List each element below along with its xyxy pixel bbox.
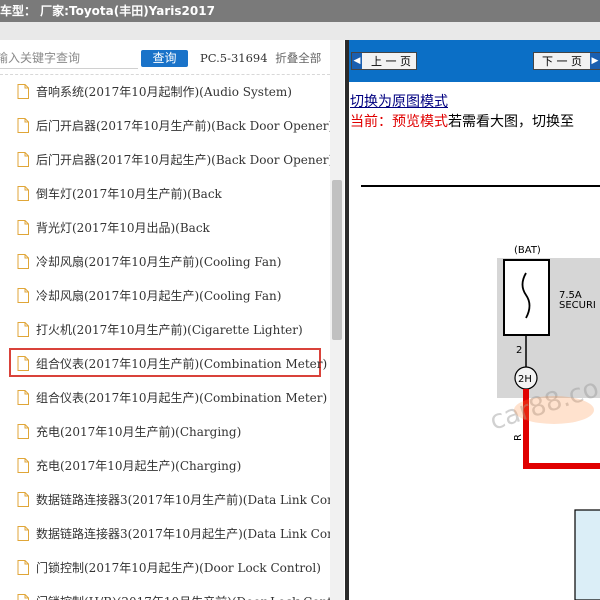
list-item-label: 门锁控制(2017年10月起生产)(Door Lock Control) xyxy=(36,560,321,575)
arrow-right-icon: ▶ xyxy=(590,53,600,69)
list-item-label: 组合仪表(2017年10月起生产)(Combination Meter) xyxy=(36,390,328,405)
document-icon xyxy=(17,219,29,235)
document-icon xyxy=(17,185,29,201)
sidebar-scrollbar[interactable] xyxy=(330,40,344,600)
scrollbar-thumb[interactable] xyxy=(332,180,342,340)
list-item[interactable]: 组合仪表(2017年10月生产前)(Combination Meter) xyxy=(0,346,330,380)
prev-page-label: 上 一 页 xyxy=(371,55,411,68)
document-icon xyxy=(17,83,29,99)
document-icon xyxy=(17,525,29,541)
fuse-name: SECURI xyxy=(559,300,596,311)
switch-original-mode-link[interactable]: 切换为原图模式 xyxy=(350,91,448,111)
list-item[interactable]: 门锁控制(2017年10月起生产)(Door Lock Control) xyxy=(0,550,330,584)
document-icon xyxy=(17,287,29,303)
document-list: 音响系统(2017年10月起制作)(Audio System) 后门开启器(201… xyxy=(0,74,338,600)
list-item-label: 数据链路连接器3(2017年10月生产前)(Data Link Cor xyxy=(36,492,333,507)
component-box xyxy=(574,509,600,600)
document-icon xyxy=(17,151,29,167)
list-item-label: 音响系统(2017年10月起制作)(Audio System) xyxy=(36,84,292,99)
arrow-left-icon: ◀ xyxy=(352,53,362,69)
document-icon xyxy=(17,593,29,600)
search-bar: 查询 PC.5-31694 折叠全部 xyxy=(0,46,340,70)
window-title-bar: 车型： 厂家:Toyota(丰田)Yaris2017 xyxy=(0,0,600,22)
list-item[interactable]: 组合仪表(2017年10月起生产)(Combination Meter) xyxy=(0,380,330,414)
list-item[interactable]: 后门开启器(2017年10月起生产)(Back Door Opener) xyxy=(0,142,334,176)
list-item-label: 倒车灯(2017年10月生产前)(Back xyxy=(36,186,222,201)
list-item[interactable]: 冷却风扇(2017年10月起生产)(Cooling Fan) xyxy=(0,278,330,312)
wire-color-label: R xyxy=(513,434,524,441)
document-icon xyxy=(17,355,29,371)
prev-page-button[interactable]: ◀ 上 一 页 xyxy=(351,52,417,70)
list-item[interactable]: 充电(2017年10月生产前)(Charging) xyxy=(0,414,330,448)
collapse-all-link[interactable]: 折叠全部 xyxy=(275,51,321,65)
list-item-label: 冷却风扇(2017年10月起生产)(Cooling Fan) xyxy=(36,288,282,303)
list-item[interactable]: 打火机(2017年10月生产前)(Cigarette Lighter) xyxy=(0,312,330,346)
document-icon xyxy=(17,457,29,473)
document-icon xyxy=(17,253,29,269)
list-item[interactable]: 充电(2017年10月起生产)(Charging) xyxy=(0,448,330,482)
search-button[interactable]: 查询 xyxy=(141,50,188,67)
list-item[interactable]: 背光灯(2017年10月出品)(Back xyxy=(0,210,330,244)
search-input[interactable] xyxy=(0,48,138,69)
list-item[interactable]: 倒车灯(2017年10月生产前)(Back xyxy=(0,176,330,210)
list-item-label: 冷却风扇(2017年10月生产前)(Cooling Fan) xyxy=(36,254,282,269)
document-icon xyxy=(17,321,29,337)
connector-label: 2H xyxy=(518,374,532,385)
list-item-label: 组合仪表(2017年10月生产前)(Combination Meter) xyxy=(36,356,328,371)
next-page-label: 下 一 页 xyxy=(542,55,582,68)
document-icon xyxy=(17,117,29,133)
document-icon xyxy=(17,559,29,575)
pin-label: 2 xyxy=(516,345,522,356)
pc-code-row: PC.5-31694 折叠全部 xyxy=(200,50,321,66)
page-nav-bar: ◀ 上 一 页 下 一 页 ▶ xyxy=(349,40,600,82)
current-mode-suffix: 若需看大图，切换至 xyxy=(448,114,574,130)
watermark-logo xyxy=(514,396,594,424)
bat-label: (BAT) xyxy=(514,245,541,256)
next-page-button[interactable]: 下 一 页 ▶ xyxy=(533,52,600,70)
list-item-label: 后门开启器(2017年10月起生产)(Back Door Opener) xyxy=(36,152,334,167)
current-mode-prefix: 当前：预览模式 xyxy=(350,114,448,130)
document-icon xyxy=(17,491,29,507)
document-icon xyxy=(17,389,29,405)
wiring-diagram[interactable]: (BAT) 7.5A SECURI 2 2H R car88.co xyxy=(349,170,600,600)
window-title: 车型： 厂家:Toyota(丰田)Yaris2017 xyxy=(0,4,215,18)
pc-code: PC.5-31694 xyxy=(200,51,268,65)
list-item-label: 充电(2017年10月生产前)(Charging) xyxy=(36,424,242,439)
list-item[interactable]: 后门开启器(2017年10月生产前)(Back Door Opener) xyxy=(0,108,334,142)
list-item-label: 打火机(2017年10月生产前)(Cigarette Lighter) xyxy=(36,322,303,337)
list-item[interactable]: 门锁控制(H/B)(2017年10月生产前)(Door Lock Contr xyxy=(0,584,338,600)
list-item-label: 数据链路连接器3(2017年10月起生产)(Data Link Cor xyxy=(36,526,333,541)
list-item-label: 充电(2017年10月起生产)(Charging) xyxy=(36,458,242,473)
list-item[interactable]: 冷却风扇(2017年10月生产前)(Cooling Fan) xyxy=(0,244,330,278)
list-item-label: 后门开启器(2017年10月生产前)(Back Door Opener) xyxy=(36,118,334,133)
viewer-panel: ◀ 上 一 页 下 一 页 ▶ 切换为原图模式 当前：预览模式若需看大图，切换至… xyxy=(349,40,600,600)
document-icon xyxy=(17,423,29,439)
current-mode-text: 当前：预览模式若需看大图，切换至 xyxy=(350,111,574,131)
list-item[interactable]: 数据链路连接器3(2017年10月生产前)(Data Link Cor xyxy=(0,482,333,516)
sidebar-panel: 查询 PC.5-31694 折叠全部 音响系统(2017年10月起制作)(Aud… xyxy=(0,40,345,600)
list-item[interactable]: 音响系统(2017年10月起制作)(Audio System) xyxy=(0,74,330,108)
list-item[interactable]: 数据链路连接器3(2017年10月起生产)(Data Link Cor xyxy=(0,516,333,550)
list-item-label: 门锁控制(H/B)(2017年10月生产前)(Door Lock Contr xyxy=(36,593,338,600)
list-item-label: 背光灯(2017年10月出品)(Back xyxy=(36,220,210,235)
toolbar-strip xyxy=(0,22,600,40)
